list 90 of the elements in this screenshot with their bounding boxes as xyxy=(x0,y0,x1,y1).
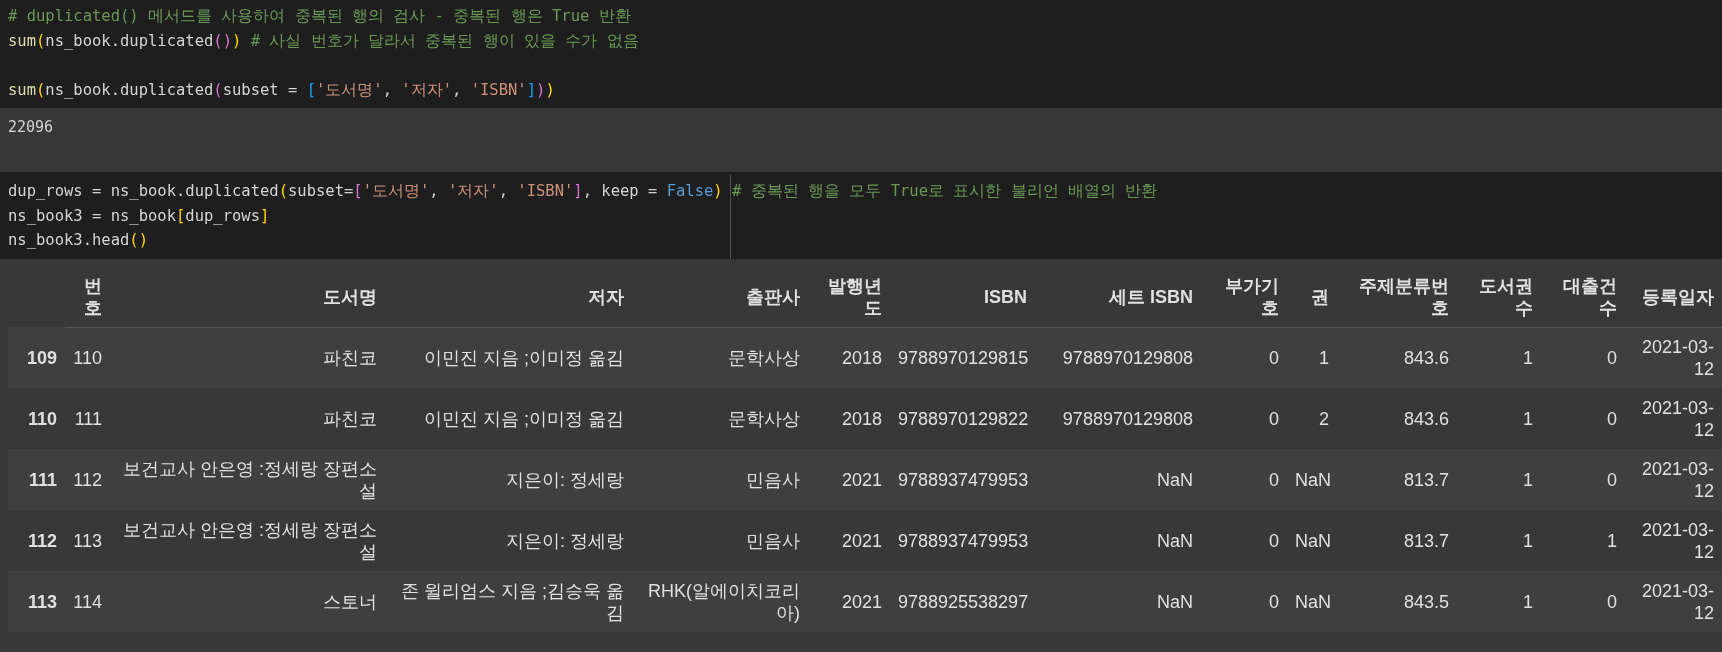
output-text: 22096 xyxy=(8,118,54,136)
table-cell: 파친코 xyxy=(110,388,385,449)
table-cell: NaN xyxy=(1287,571,1337,632)
table-cell: 존 윌리엄스 지음 ;김승욱 옮김 xyxy=(385,571,632,632)
table-cell: 문학사상 xyxy=(632,327,808,388)
table-cell: 0 xyxy=(1541,327,1625,388)
column-header: 저자 xyxy=(385,258,632,327)
table-cell: 파친코 xyxy=(110,327,385,388)
table-cell: 110 xyxy=(65,327,110,388)
table-cell: 113 xyxy=(65,510,110,571)
row-index: 113 xyxy=(8,571,65,632)
table-cell: 0 xyxy=(1201,327,1287,388)
table-cell: NaN xyxy=(1035,449,1201,510)
table-cell: 2018 xyxy=(808,388,890,449)
table-cell: 112 xyxy=(65,449,110,510)
table-cell: 0 xyxy=(1201,510,1287,571)
table-cell: 9788925538297 xyxy=(890,571,1035,632)
column-header: 대출건수 xyxy=(1541,258,1625,327)
table-cell: 9788937479953 xyxy=(890,449,1035,510)
row-index: 110 xyxy=(8,388,65,449)
table-cell: 2021 xyxy=(808,510,890,571)
table-cell: RHK(알에이치코리아) xyxy=(632,571,808,632)
column-header: 도서명 xyxy=(110,258,385,327)
table-cell: NaN xyxy=(1035,571,1201,632)
table-cell: 이민진 지음 ;이미정 옮김 xyxy=(385,327,632,388)
row-index: 109 xyxy=(8,327,65,388)
column-header: 주제분류번호 xyxy=(1337,258,1457,327)
table-cell: 0 xyxy=(1541,449,1625,510)
table-cell: 1 xyxy=(1457,449,1541,510)
table-cell: NaN xyxy=(1035,510,1201,571)
code-line: sum(ns_book.duplicated()) # 사실 번호가 달라서 중복된 행이 있을 수가 없음 xyxy=(8,30,640,52)
table-cell: 9788970129815 xyxy=(890,327,1035,388)
table-cell: 2021-03-12 xyxy=(1625,327,1722,388)
column-header: 도서권수 xyxy=(1457,258,1541,327)
code-line: ns_book3 = ns_book[dup_rows] xyxy=(8,205,271,227)
table-cell: NaN xyxy=(1287,449,1337,510)
table-cell: 2021 xyxy=(808,571,890,632)
row-index: 112 xyxy=(8,510,65,571)
table-cell: 2021-03-12 xyxy=(1625,449,1722,510)
column-header: ISBN xyxy=(890,258,1035,327)
table-cell: 민음사 xyxy=(632,510,808,571)
table-cell: 843.6 xyxy=(1337,327,1457,388)
table-cell: 0 xyxy=(1201,571,1287,632)
table-cell: 2021-03-12 xyxy=(1625,388,1722,449)
table-cell: 111 xyxy=(65,388,110,449)
table-cell: 9788970129808 xyxy=(1035,327,1201,388)
table-cell: 이민진 지음 ;이미정 옮김 xyxy=(385,388,632,449)
column-header: 발행년도 xyxy=(808,258,890,327)
table-cell: 813.7 xyxy=(1337,510,1457,571)
table-cell: 민음사 xyxy=(632,449,808,510)
table-cell: 2021-03-12 xyxy=(1625,571,1722,632)
table-cell: 114 xyxy=(65,571,110,632)
table-cell: 1 xyxy=(1457,510,1541,571)
table-cell: 1 xyxy=(1457,388,1541,449)
code-line: ns_book3.head() xyxy=(8,230,149,251)
table-cell: 2021 xyxy=(808,449,890,510)
table-cell: 9788970129808 xyxy=(1035,388,1201,449)
table-cell: 스토너 xyxy=(110,571,385,632)
table-cell: 문학사상 xyxy=(632,388,808,449)
code-line: # duplicated() 메서드를 사용하여 중복된 행의 검사 - 중복된 행은 True 반환 xyxy=(8,6,632,27)
table-cell: 지은이: 정세랑 xyxy=(385,449,632,510)
table-cell: 1 xyxy=(1457,327,1541,388)
table-cell: 2021-03-12 xyxy=(1625,510,1722,571)
table-cell: 2 xyxy=(1287,388,1337,449)
table-cell: 보건교사 안은영 :정세랑 장편소설 xyxy=(110,510,385,571)
column-header: 등록일자 xyxy=(1625,258,1722,327)
column-header: 번호 xyxy=(65,258,110,327)
table-cell: 0 xyxy=(1201,388,1287,449)
column-header: 세트 ISBN xyxy=(1035,258,1201,327)
column-header: 부가기호 xyxy=(1201,258,1287,327)
column-header: 출판사 xyxy=(632,258,808,327)
table-cell: 813.7 xyxy=(1337,449,1457,510)
code-line: sum(ns_book.duplicated(subset = ['도서명', '저자', 'ISBN'])) xyxy=(8,79,556,101)
table-cell: 843.6 xyxy=(1337,388,1457,449)
table-cell: NaN xyxy=(1287,510,1337,571)
code-line: dup_rows = ns_book.duplicated(subset=['도서명', '저자', 'ISBN'], keep = False) # 중복된 행을 모두 True로 표시한 불리언 배열의 반환 xyxy=(8,181,1159,202)
table-cell: 843.5 xyxy=(1337,571,1457,632)
table-cell: 지은이: 정세랑 xyxy=(385,510,632,571)
table-cell: 9788970129822 xyxy=(890,388,1035,449)
table-cell: 1 xyxy=(1457,571,1541,632)
table-cell: 2018 xyxy=(808,327,890,388)
table-cell: 1 xyxy=(1287,327,1337,388)
table-cell: 0 xyxy=(1541,388,1625,449)
table-cell: 1 xyxy=(1541,510,1625,571)
table-cell: 0 xyxy=(1201,449,1287,510)
row-index: 111 xyxy=(8,449,65,510)
table-cell: 0 xyxy=(1541,571,1625,632)
table-cell: 보건교사 안은영 :정세랑 장편소설 xyxy=(110,449,385,510)
table-cell: 9788937479953 xyxy=(890,510,1035,571)
column-header: 권 xyxy=(1287,258,1337,327)
